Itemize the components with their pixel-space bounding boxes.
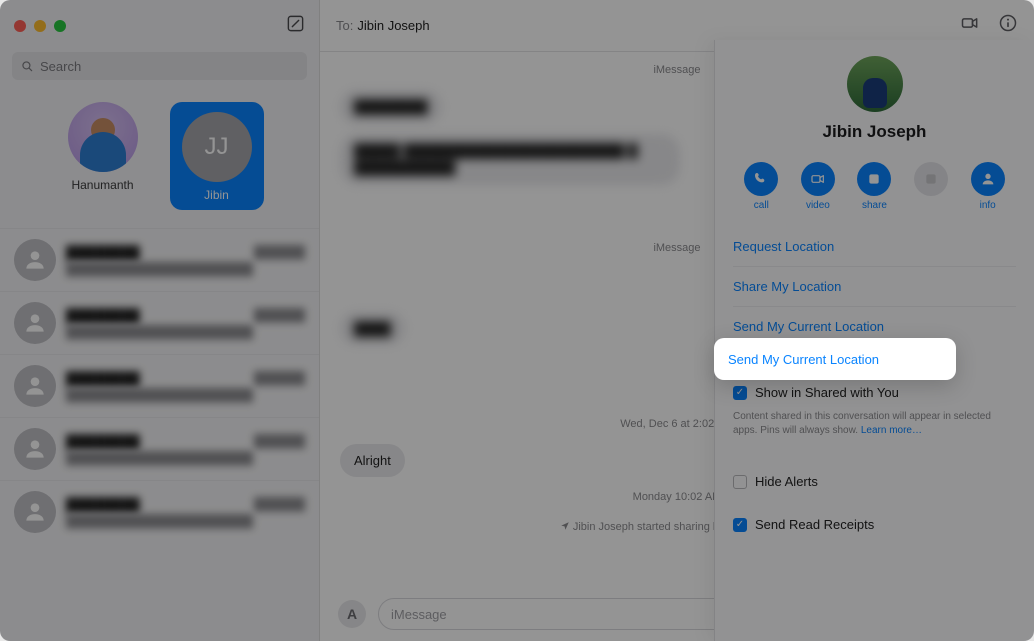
conversation-preview: ██████████████████████ <box>66 514 305 528</box>
conversation-time: ██████ <box>254 497 305 512</box>
video-label: video <box>806 200 830 211</box>
pinned-contact-jibin[interactable]: JJ Jibin <box>170 102 264 210</box>
message-in: Alright <box>340 444 405 478</box>
learn-more-link[interactable]: Learn more… <box>861 425 922 436</box>
avatar <box>14 491 56 533</box>
search-icon <box>20 59 34 73</box>
call-button[interactable]: call <box>744 162 778 211</box>
mail-button <box>914 162 948 211</box>
conversation-title: ████████ <box>66 434 140 449</box>
checkbox-icon <box>733 475 747 489</box>
send-read-receipts-checkbox[interactable]: Send Read Receipts <box>733 511 1016 538</box>
message-in: █████ ████████████████████████ █ ███████… <box>340 134 680 185</box>
details-icon[interactable] <box>998 13 1018 38</box>
conversation-preview: ██████████████████████ <box>66 388 305 402</box>
conversation-title: ████████ <box>66 371 140 386</box>
conversation-time: ██████ <box>254 245 305 260</box>
apps-button[interactable]: A <box>338 600 366 628</box>
call-label: call <box>754 200 769 211</box>
conversation-title: ████████ <box>66 497 140 512</box>
pinned-name: Hanumanth <box>71 178 133 192</box>
facetime-icon[interactable] <box>960 13 980 38</box>
avatar <box>68 102 138 172</box>
conversation-time: ██████ <box>254 434 305 449</box>
list-item[interactable]: ██████████████ ██████████████████████ <box>0 291 319 354</box>
conversation-title: ████████ <box>66 308 140 323</box>
list-item[interactable]: ██████████████ ██████████████████████ <box>0 354 319 417</box>
avatar <box>14 302 56 344</box>
shared-note: Content shared in this conversation will… <box>733 410 1016 438</box>
search-input[interactable]: Search <box>12 52 307 80</box>
share-my-location-link[interactable]: Share My Location <box>733 267 1016 307</box>
conversation-list: ██████████████ ██████████████████████ ██… <box>0 228 319 641</box>
checkbox-icon <box>733 518 747 532</box>
message-in: ████████ <box>340 90 442 124</box>
info-label: info <box>980 200 996 211</box>
to-name: Jibin Joseph <box>357 18 429 33</box>
share-button[interactable]: share <box>857 162 891 211</box>
show-in-shared-checkbox[interactable]: Show in Shared with You <box>733 379 1016 406</box>
message-in: ████ <box>340 312 405 346</box>
list-item[interactable]: ██████████████ ██████████████████████ <box>0 228 319 291</box>
avatar: JJ <box>182 112 252 182</box>
pinned-contact-hanumanth[interactable]: Hanumanth <box>56 102 150 210</box>
conversation-preview: ██████████████████████ <box>66 325 305 339</box>
send-read-receipts-label: Send Read Receipts <box>755 517 874 532</box>
request-location-link[interactable]: Request Location <box>733 227 1016 267</box>
list-item[interactable]: ██████████████ ██████████████████████ <box>0 480 319 543</box>
avatar <box>14 365 56 407</box>
pinned-name: Jibin <box>204 188 229 202</box>
zoom-window-button[interactable] <box>54 20 66 32</box>
sidebar: Search Hanumanth JJ Jibin ██████████████… <box>0 0 320 641</box>
contact-name: Jibin Joseph <box>715 122 1034 142</box>
avatar <box>14 239 56 281</box>
contact-actions: call video share info <box>715 154 1034 227</box>
pinned-conversations: Hanumanth JJ Jibin <box>0 90 319 228</box>
conversation-title: ████████ <box>66 245 140 260</box>
hide-alerts-checkbox[interactable]: Hide Alerts <box>733 468 1016 495</box>
show-in-shared-label: Show in Shared with You <box>755 385 899 400</box>
contact-avatar <box>847 56 903 112</box>
share-label: share <box>862 200 887 211</box>
checkbox-icon <box>733 386 747 400</box>
compose-icon[interactable] <box>286 14 305 38</box>
location-arrow-icon <box>560 521 570 531</box>
send-current-location-highlight[interactable]: Send My Current Location <box>714 338 956 380</box>
conversation-preview: ██████████████████████ <box>66 262 305 276</box>
conversation-time: ██████ <box>254 308 305 323</box>
avatar <box>14 428 56 470</box>
close-window-button[interactable] <box>14 20 26 32</box>
search-placeholder: Search <box>40 59 81 74</box>
titlebar <box>0 0 319 52</box>
conversation-time: ██████ <box>254 371 305 386</box>
messages-window: Search Hanumanth JJ Jibin ██████████████… <box>0 0 1034 641</box>
send-current-location-text: Send My Current Location <box>728 352 879 367</box>
traffic-lights <box>14 20 66 32</box>
video-button[interactable]: video <box>801 162 835 211</box>
to-label: To: <box>336 18 353 33</box>
message-placeholder: iMessage <box>391 607 447 622</box>
info-button[interactable]: info <box>971 162 1005 211</box>
list-item[interactable]: ██████████████ ██████████████████████ <box>0 417 319 480</box>
conversation-preview: ██████████████████████ <box>66 451 305 465</box>
hide-alerts-label: Hide Alerts <box>755 474 818 489</box>
avatar-initials: JJ <box>205 133 229 161</box>
conversation-pane: To: Jibin Joseph iMessage ████████ █████… <box>320 0 1034 641</box>
minimize-window-button[interactable] <box>34 20 46 32</box>
